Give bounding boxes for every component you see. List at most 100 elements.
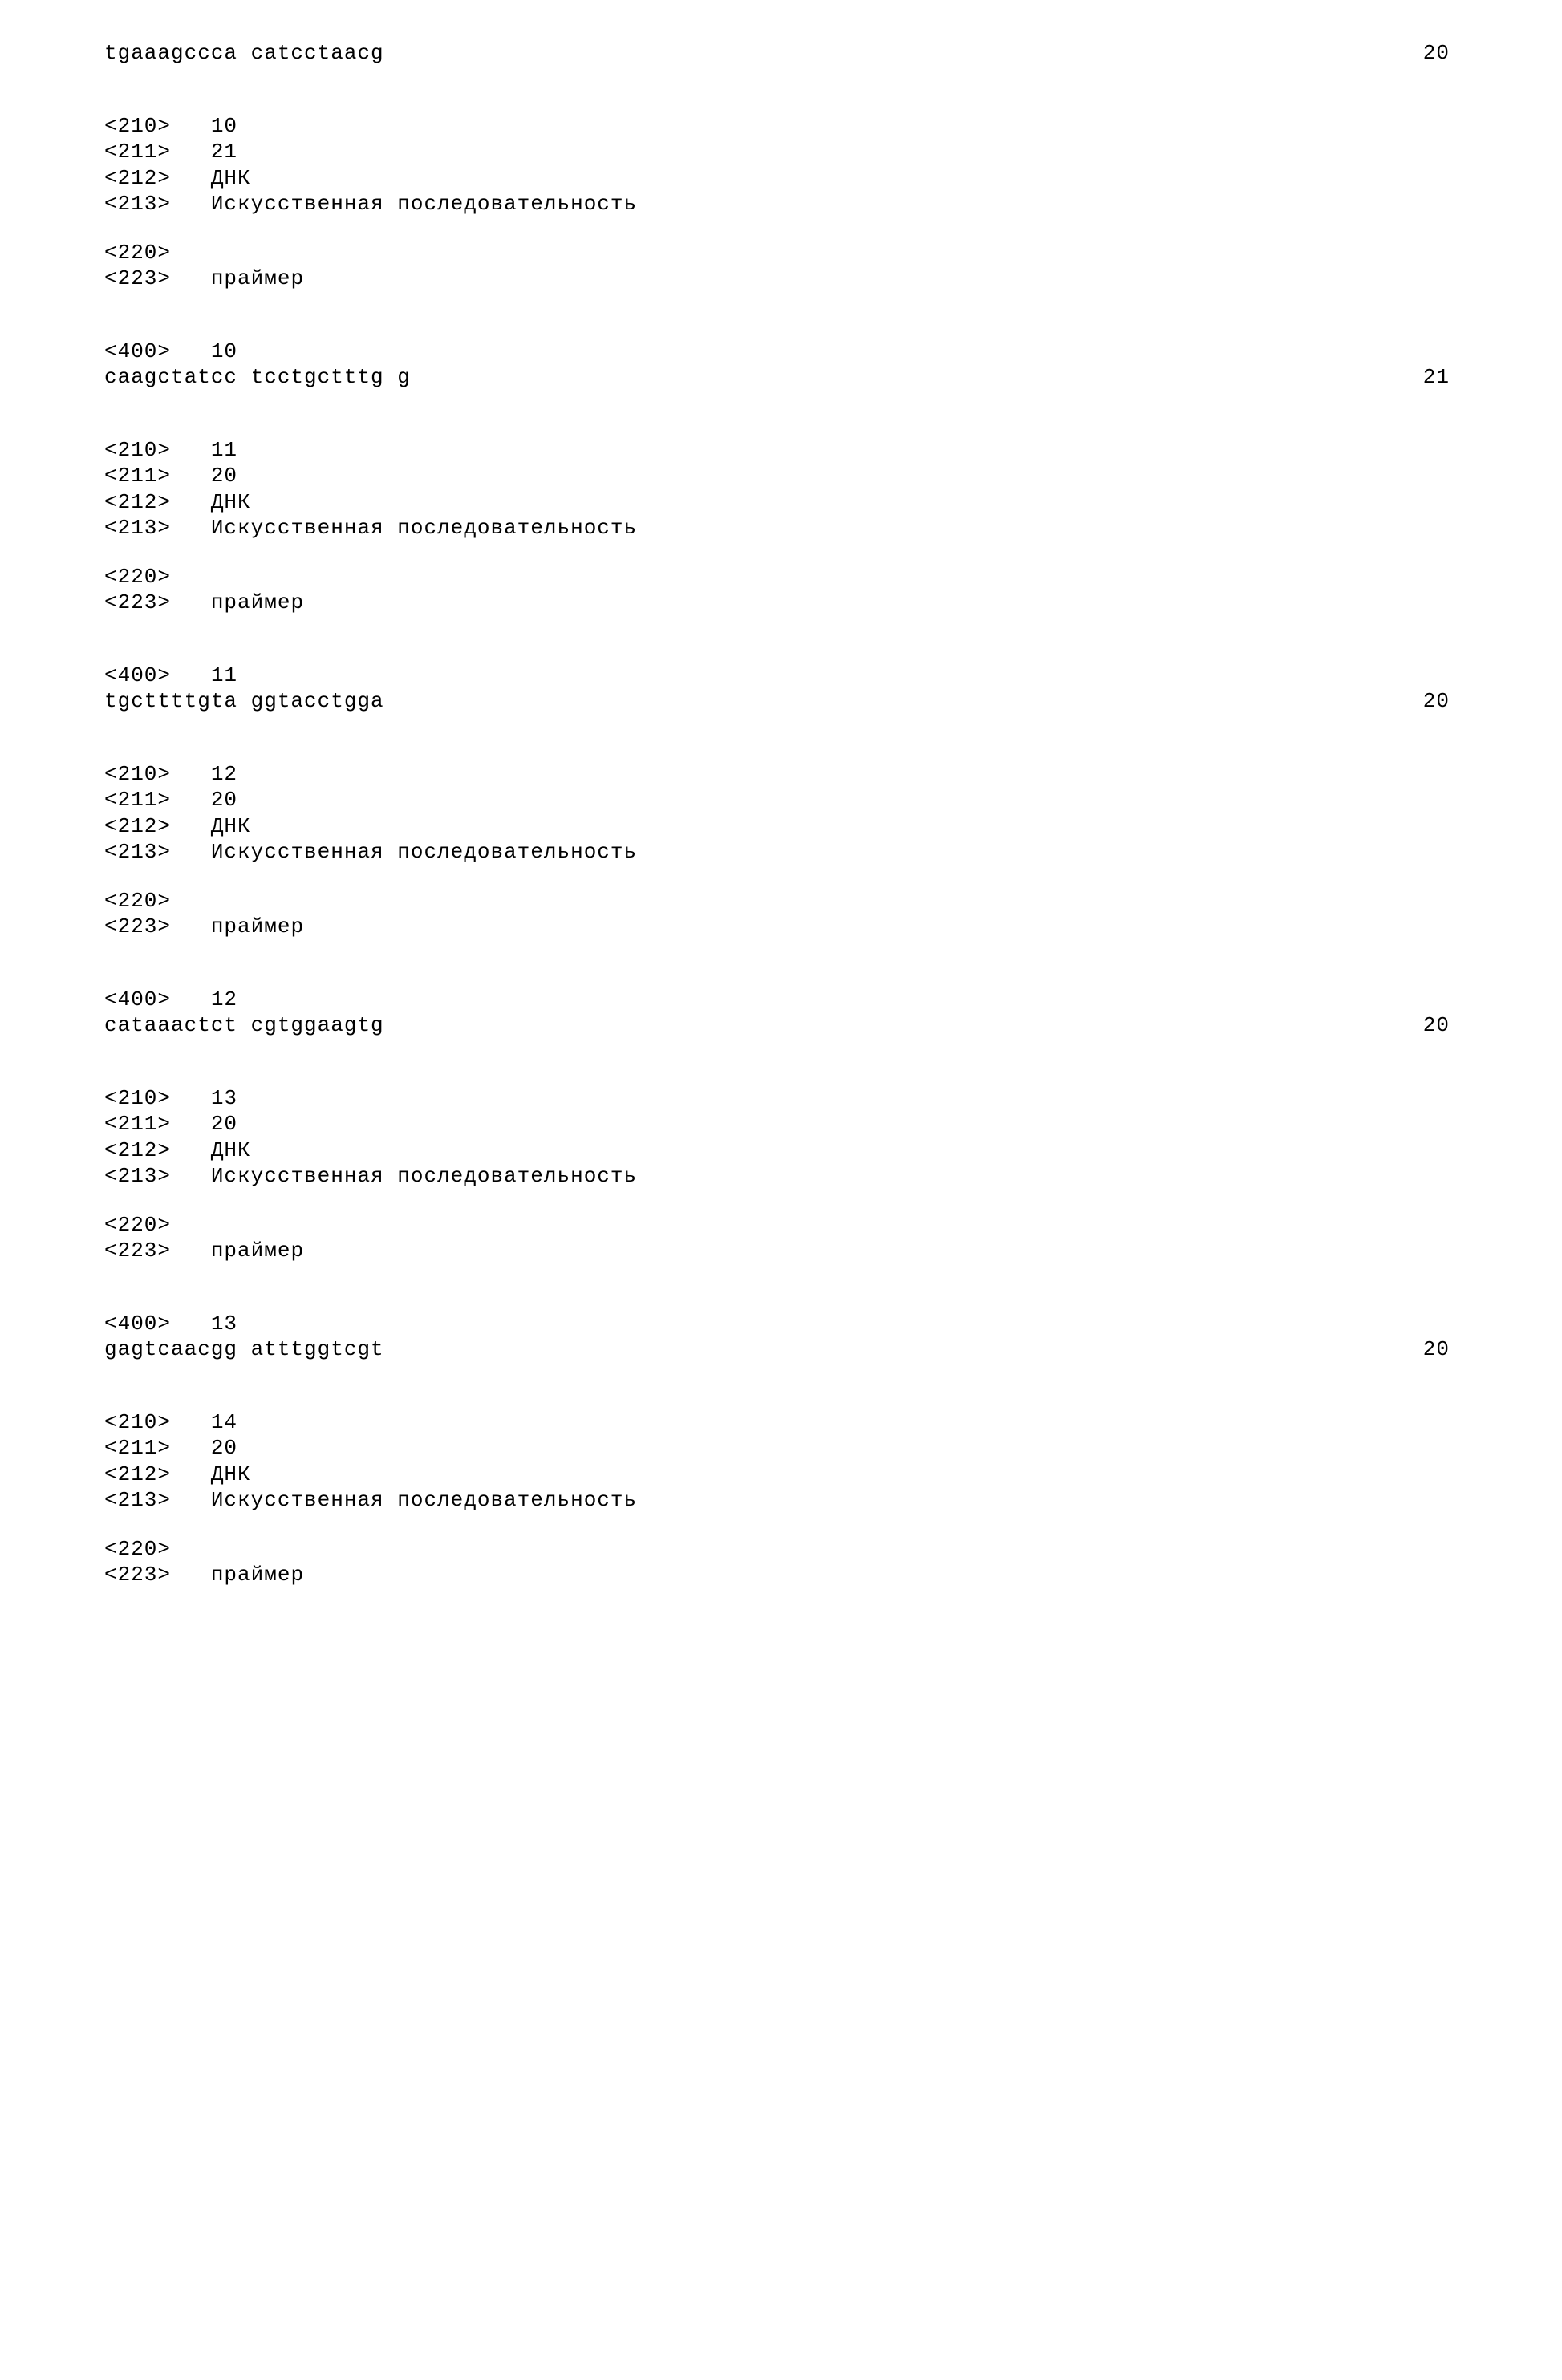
meta-210: <210> 13 bbox=[104, 1085, 1450, 1112]
meta-211: <211> 20 bbox=[104, 463, 1450, 489]
tag-label: <210> bbox=[104, 1086, 171, 1110]
meta-210: <210> 10 bbox=[104, 113, 1450, 140]
tag-label: <213> bbox=[104, 840, 171, 864]
meta-213: <213> Искусственная последовательность bbox=[104, 1487, 1450, 1514]
tag-label: <212> bbox=[104, 1462, 171, 1486]
meta-223: <223> праймер bbox=[104, 266, 1450, 292]
sequence-row: caagctatcc tcctgctttg g 21 bbox=[104, 364, 1450, 391]
tag-value: 14 bbox=[211, 1410, 237, 1434]
tag-value: 10 bbox=[211, 114, 237, 138]
tag-value: праймер bbox=[211, 1239, 304, 1263]
tag-label: <213> bbox=[104, 192, 171, 216]
sequence-length: 21 bbox=[1423, 364, 1450, 391]
meta-211: <211> 21 bbox=[104, 139, 1450, 165]
tag-value: 11 bbox=[211, 438, 237, 462]
sequence-row: cataaactct cgtggaagtg 20 bbox=[104, 1012, 1450, 1039]
tag-value: ДНК bbox=[211, 1462, 251, 1486]
meta-211: <211> 20 bbox=[104, 787, 1450, 813]
meta-223: <223> праймер bbox=[104, 914, 1450, 940]
tag-value: праймер bbox=[211, 590, 304, 614]
meta-213: <213> Искусственная последовательность bbox=[104, 1163, 1450, 1190]
tag-value: Искусственная последовательность bbox=[211, 1164, 637, 1188]
tag-value: праймер bbox=[211, 1563, 304, 1587]
tag-value: Искусственная последовательность bbox=[211, 516, 637, 540]
tag-value: ДНК bbox=[211, 490, 251, 514]
meta-220: <220> bbox=[104, 240, 1450, 266]
meta-223: <223> праймер bbox=[104, 1562, 1450, 1588]
meta-400: <400> 13 bbox=[104, 1311, 1450, 1337]
tag-label: <220> bbox=[104, 1213, 171, 1237]
tag-value: 20 bbox=[211, 464, 237, 488]
meta-400: <400> 11 bbox=[104, 663, 1450, 689]
sequence-text: tgcttttgta ggtacctgga bbox=[104, 688, 384, 715]
tag-label: <211> bbox=[104, 464, 171, 488]
tag-value: 21 bbox=[211, 140, 237, 164]
meta-212: <212> ДНК bbox=[104, 489, 1450, 516]
tag-label: <213> bbox=[104, 1164, 171, 1188]
sequence-text: cataaactct cgtggaagtg bbox=[104, 1012, 384, 1039]
meta-211: <211> 20 bbox=[104, 1435, 1450, 1462]
tag-label: <220> bbox=[104, 241, 171, 265]
meta-223: <223> праймер bbox=[104, 1238, 1450, 1264]
tag-label: <210> bbox=[104, 114, 171, 138]
meta-220: <220> bbox=[104, 888, 1450, 914]
meta-220: <220> bbox=[104, 1536, 1450, 1563]
meta-213: <213> Искусственная последовательность bbox=[104, 191, 1450, 217]
tag-value: 12 bbox=[211, 987, 237, 1012]
tag-value: Искусственная последовательность bbox=[211, 1488, 637, 1512]
tag-label: <400> bbox=[104, 663, 171, 687]
meta-220: <220> bbox=[104, 564, 1450, 590]
tag-value: ДНК bbox=[211, 1138, 251, 1162]
tag-value: 13 bbox=[211, 1086, 237, 1110]
tag-value: 20 bbox=[211, 1112, 237, 1136]
tag-label: <223> bbox=[104, 914, 171, 939]
tag-value: 20 bbox=[211, 1436, 237, 1460]
meta-212: <212> ДНК bbox=[104, 813, 1450, 840]
tag-label: <210> bbox=[104, 1410, 171, 1434]
tag-value: 10 bbox=[211, 339, 237, 363]
tag-label: <220> bbox=[104, 889, 171, 913]
tag-value: 11 bbox=[211, 663, 237, 687]
tag-value: праймер bbox=[211, 266, 304, 290]
sequence-text: caagctatcc tcctgctttg g bbox=[104, 364, 411, 391]
meta-400: <400> 10 bbox=[104, 339, 1450, 365]
tag-value: 20 bbox=[211, 788, 237, 812]
tag-value: ДНК bbox=[211, 814, 251, 838]
tag-label: <211> bbox=[104, 1436, 171, 1460]
meta-210: <210> 11 bbox=[104, 437, 1450, 464]
tag-label: <212> bbox=[104, 490, 171, 514]
meta-220: <220> bbox=[104, 1212, 1450, 1239]
tag-label: <400> bbox=[104, 339, 171, 363]
meta-212: <212> ДНК bbox=[104, 1137, 1450, 1164]
meta-223: <223> праймер bbox=[104, 590, 1450, 616]
tag-value: Искусственная последовательность bbox=[211, 192, 637, 216]
tag-label: <223> bbox=[104, 590, 171, 614]
tag-label: <213> bbox=[104, 516, 171, 540]
tag-value: Искусственная последовательность bbox=[211, 840, 637, 864]
sequence-text: gagtcaacgg atttggtcgt bbox=[104, 1336, 384, 1363]
tag-label: <211> bbox=[104, 140, 171, 164]
meta-212: <212> ДНК bbox=[104, 1462, 1450, 1488]
sequence-text: tgaaagccca catcctaacg bbox=[104, 40, 384, 67]
tag-label: <212> bbox=[104, 166, 171, 190]
tag-label: <223> bbox=[104, 266, 171, 290]
tag-label: <213> bbox=[104, 1488, 171, 1512]
tag-label: <223> bbox=[104, 1239, 171, 1263]
sequence-row: gagtcaacgg atttggtcgt 20 bbox=[104, 1336, 1450, 1363]
tag-label: <400> bbox=[104, 1312, 171, 1336]
tag-label: <212> bbox=[104, 814, 171, 838]
meta-213: <213> Искусственная последовательность bbox=[104, 515, 1450, 541]
meta-400: <400> 12 bbox=[104, 987, 1450, 1013]
tag-label: <210> bbox=[104, 762, 171, 786]
tag-value: праймер bbox=[211, 914, 304, 939]
meta-210: <210> 14 bbox=[104, 1409, 1450, 1436]
sequence-row: tgaaagccca catcctaacg 20 bbox=[104, 40, 1450, 67]
tag-label: <400> bbox=[104, 987, 171, 1012]
sequence-row: tgcttttgta ggtacctgga 20 bbox=[104, 688, 1450, 715]
tag-value: 13 bbox=[211, 1312, 237, 1336]
tag-label: <220> bbox=[104, 565, 171, 589]
sequence-length: 20 bbox=[1423, 688, 1450, 715]
sequence-length: 20 bbox=[1423, 1012, 1450, 1039]
tag-label: <223> bbox=[104, 1563, 171, 1587]
meta-211: <211> 20 bbox=[104, 1111, 1450, 1137]
